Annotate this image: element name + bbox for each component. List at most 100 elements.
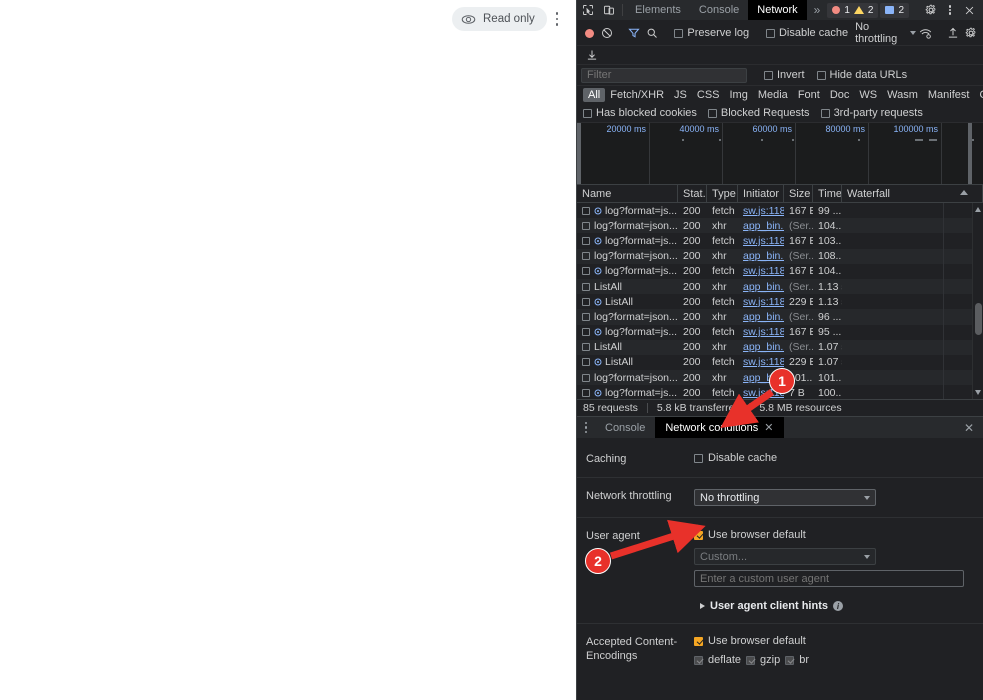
filter-input[interactable] (581, 67, 747, 83)
issues-badge-group[interactable]: 1 2 (827, 2, 879, 18)
row-checkbox[interactable] (582, 221, 590, 230)
table-row[interactable]: log?format=json... 200 xhr app_bin... (Ser..… (577, 218, 983, 234)
type-filter-js[interactable]: JS (669, 88, 692, 102)
initiator-link[interactable]: sw.js:118 (743, 205, 784, 217)
scrollbar-thumb[interactable] (975, 303, 982, 335)
initiator-link[interactable]: app_bin... (743, 250, 784, 262)
throttling-select[interactable]: No throttling (853, 21, 908, 45)
initiator-link[interactable]: sw.js:118 (743, 265, 784, 277)
column-header-waterfall[interactable]: Waterfall (842, 185, 983, 202)
table-row[interactable]: ListAll 200 xhr app_bin... (Ser... 1.13 s (577, 278, 983, 295)
initiator-link[interactable]: sw.js:118 (743, 356, 784, 368)
drawer-more-menu-button[interactable] (577, 417, 595, 438)
ua-use-browser-default-checkbox[interactable]: Use browser default (694, 529, 969, 541)
page-more-menu-button[interactable] (550, 10, 564, 28)
row-checkbox[interactable] (582, 312, 590, 321)
info-icon[interactable]: i (832, 601, 843, 611)
type-filter-other[interactable]: Other (974, 88, 983, 102)
ua-preset-dropdown[interactable]: Custom... (694, 548, 876, 565)
nc-disable-cache-checkbox[interactable]: Disable cache (694, 452, 969, 464)
type-filter-ws[interactable]: WS (854, 88, 882, 102)
gear-icon[interactable] (920, 4, 942, 16)
table-row[interactable]: log?format=js... 200 fetch sw.js:118 167 B 99… (577, 203, 983, 219)
type-filter-fetch-xhr[interactable]: Fetch/XHR (605, 88, 669, 102)
scroll-down-arrow-icon[interactable] (975, 390, 981, 395)
type-filter-font[interactable]: Font (793, 88, 825, 102)
column-header-type[interactable]: Type (707, 185, 738, 202)
row-checkbox[interactable] (582, 328, 590, 337)
devtools-more-menu-button[interactable] (944, 3, 956, 17)
requests-scrollbar[interactable] (972, 203, 983, 399)
inspect-element-icon[interactable] (577, 0, 598, 20)
device-toolbar-icon[interactable] (598, 0, 619, 20)
row-checkbox[interactable] (582, 282, 590, 291)
scroll-up-arrow-icon[interactable] (975, 207, 981, 212)
row-checkbox[interactable] (582, 358, 590, 367)
type-filter-all[interactable]: All (583, 88, 606, 102)
drawer-tab-console[interactable]: Console (595, 417, 655, 438)
type-filter-img[interactable]: Img (725, 88, 753, 102)
type-filter-css[interactable]: CSS (692, 88, 725, 102)
record-stop-icon[interactable] (581, 24, 597, 43)
disable-cache-checkbox[interactable]: Disable cache (763, 27, 851, 39)
tab-elements[interactable]: Elements (626, 0, 690, 20)
column-header-time[interactable]: Time (813, 185, 842, 202)
enc-use-browser-default-checkbox[interactable]: Use browser default (694, 635, 969, 647)
column-header-initiator[interactable]: Initiator (738, 185, 784, 202)
column-header-status[interactable]: Stat.. (678, 185, 707, 202)
drawer-tab-close-icon[interactable]: ✕ (764, 421, 773, 434)
row-checkbox[interactable] (582, 267, 590, 276)
table-row[interactable]: log?format=js... 200 fetch sw.js:118 167 B 10… (577, 233, 983, 249)
search-icon[interactable] (644, 24, 660, 43)
has-blocked-cookies-checkbox[interactable]: Has blocked cookies (583, 107, 697, 119)
initiator-link[interactable]: sw.js:118 (743, 235, 784, 247)
user-agent-client-hints-toggle[interactable]: User agent client hints i (700, 600, 969, 612)
network-overview-timeline[interactable]: 20000 ms 40000 ms 60000 ms 80000 ms 1000… (577, 123, 983, 185)
table-row[interactable]: ListAll 200 fetch sw.js:118 229 B 1.13 s (577, 294, 983, 310)
row-checkbox[interactable] (582, 206, 590, 215)
drawer-tab-network-conditions[interactable]: Network conditions ✕ (655, 417, 784, 438)
network-settings-gear-icon[interactable] (963, 24, 979, 43)
filter-icon[interactable] (626, 24, 642, 43)
row-checkbox[interactable] (582, 388, 590, 397)
type-filter-wasm[interactable]: Wasm (882, 88, 923, 102)
overview-right-handle[interactable] (968, 123, 972, 184)
encoding-br-checkbox[interactable]: br (785, 654, 809, 666)
initiator-link[interactable]: sw.js:118 (743, 326, 784, 338)
network-conditions-icon[interactable] (918, 24, 934, 43)
initiator-link[interactable]: app_bin... (743, 220, 784, 232)
third-party-requests-checkbox[interactable]: 3rd-party requests (820, 107, 923, 119)
preserve-log-checkbox[interactable]: Preserve log (671, 27, 752, 39)
initiator-link[interactable]: app_bin... (743, 281, 784, 293)
encoding-gzip-checkbox[interactable]: gzip (746, 654, 780, 666)
column-header-size[interactable]: Size (784, 185, 813, 202)
overview-left-handle[interactable] (577, 123, 581, 184)
import-har-icon[interactable] (582, 46, 601, 65)
export-har-icon[interactable] (945, 24, 961, 43)
type-filter-manifest[interactable]: Manifest (923, 88, 975, 102)
row-checkbox[interactable] (582, 297, 590, 306)
initiator-link[interactable]: sw.js:118 (743, 296, 784, 308)
tab-network[interactable]: Network (748, 0, 807, 20)
close-icon[interactable] (958, 5, 980, 16)
row-checkbox[interactable] (582, 252, 590, 261)
initiator-link[interactable]: app_bin... (743, 341, 784, 353)
table-row[interactable]: log?format=js... 200 fetch sw.js:118 167 B 10… (577, 263, 983, 279)
more-tabs-button[interactable]: » (807, 0, 828, 20)
drawer-close-icon[interactable]: ✕ (955, 417, 983, 438)
table-row[interactable]: log?format=json... 200 xhr app_bin... (Ser..… (577, 309, 983, 325)
throttling-dropdown[interactable]: No throttling (694, 489, 876, 506)
type-filter-doc[interactable]: Doc (825, 88, 855, 102)
blocked-requests-checkbox[interactable]: Blocked Requests (707, 107, 810, 119)
custom-user-agent-input[interactable] (694, 570, 964, 587)
encoding-deflate-checkbox[interactable]: deflate (694, 654, 741, 666)
clear-icon[interactable] (599, 24, 615, 43)
column-header-name[interactable]: Name (577, 185, 678, 202)
chevron-down-icon[interactable] (909, 31, 916, 35)
table-row[interactable]: log?format=js... 200 fetch sw.js:118 167 B 95… (577, 324, 983, 340)
table-row[interactable]: log?format=json... 200 xhr app_bin... (Ser..… (577, 248, 983, 264)
type-filter-media[interactable]: Media (753, 88, 793, 102)
messages-badge-group[interactable]: 2 (880, 2, 909, 18)
tab-console[interactable]: Console (690, 0, 748, 20)
initiator-link[interactable]: app_bin... (743, 311, 784, 323)
